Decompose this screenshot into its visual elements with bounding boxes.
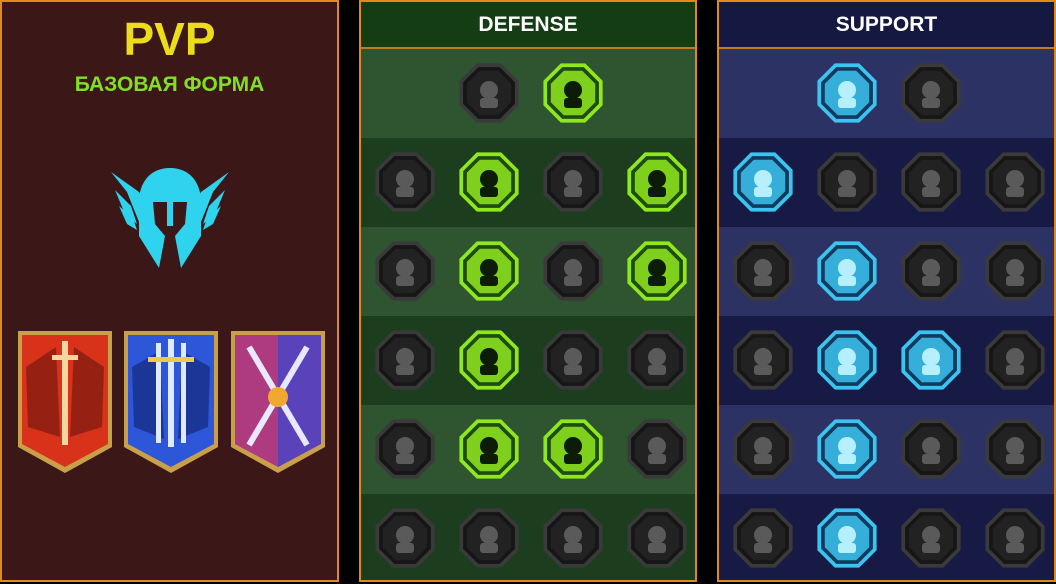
crossed-swords-shield-icon[interactable] bbox=[624, 149, 690, 215]
knight-shield-icon[interactable] bbox=[456, 238, 522, 304]
dodging-figure-icon[interactable] bbox=[372, 238, 438, 304]
winged-shield-icon[interactable] bbox=[456, 505, 522, 571]
blessed-figure-icon[interactable] bbox=[730, 238, 796, 304]
winged-helmet-icon bbox=[109, 162, 231, 272]
grasping-hand-icon[interactable] bbox=[624, 416, 690, 482]
arrow-volley-icon[interactable] bbox=[982, 149, 1048, 215]
hooded-figure-icon[interactable] bbox=[624, 238, 690, 304]
bull-head-icon[interactable] bbox=[624, 327, 690, 393]
praying-hands-icon[interactable] bbox=[730, 149, 796, 215]
shadow-figures-icon[interactable] bbox=[982, 238, 1048, 304]
claw-swirl-icon[interactable] bbox=[898, 60, 964, 126]
heart-organ-icon[interactable] bbox=[456, 149, 522, 215]
defense-row-1 bbox=[361, 49, 695, 138]
support-row-3 bbox=[719, 227, 1054, 316]
pvp-info-panel: PVP БАЗОВАЯ ФОРМА bbox=[0, 0, 339, 582]
defense-header: DEFENSE bbox=[361, 2, 695, 49]
defense-row-6 bbox=[361, 494, 695, 580]
defense-row-2 bbox=[361, 138, 695, 227]
eagle-head-icon[interactable] bbox=[982, 505, 1048, 571]
page-subtitle: БАЗОВАЯ ФОРМА bbox=[74, 73, 265, 96]
support-skill-tree: SUPPORT bbox=[717, 0, 1056, 582]
poison-flask-icon[interactable] bbox=[730, 505, 796, 571]
page-title: PVP bbox=[123, 13, 216, 65]
angry-face-icon[interactable] bbox=[982, 327, 1048, 393]
support-row-1 bbox=[719, 49, 1054, 138]
red-banner-swords-icon bbox=[16, 327, 114, 475]
support-row-5 bbox=[719, 405, 1054, 494]
defense-skill-tree: DEFENSE bbox=[359, 0, 697, 582]
heart-skull-icon[interactable] bbox=[540, 238, 606, 304]
support-row-4 bbox=[719, 316, 1054, 405]
flexing-strongman-icon[interactable] bbox=[624, 505, 690, 571]
crowd-figures-icon[interactable] bbox=[372, 327, 438, 393]
stacked-bricks-icon[interactable] bbox=[456, 60, 522, 126]
support-row-2 bbox=[719, 138, 1054, 227]
stone-golem-icon[interactable] bbox=[540, 149, 606, 215]
blue-banner-swords-icon bbox=[122, 327, 220, 475]
speed-runner-icon[interactable] bbox=[372, 416, 438, 482]
support-row-6 bbox=[719, 494, 1054, 580]
defense-row-4 bbox=[361, 316, 695, 405]
cracked-ground-icon[interactable] bbox=[898, 238, 964, 304]
comet-fire-icon[interactable] bbox=[814, 327, 880, 393]
shield-arcs-icon[interactable] bbox=[814, 149, 880, 215]
clenched-fist-icon[interactable] bbox=[898, 505, 964, 571]
triple-drops-icon[interactable] bbox=[456, 416, 522, 482]
hourglass-burst-icon[interactable] bbox=[456, 327, 522, 393]
compass-star-icon[interactable] bbox=[730, 416, 796, 482]
defense-row-3 bbox=[361, 227, 695, 316]
radiant-skull-icon[interactable] bbox=[540, 416, 606, 482]
raised-fist-icon[interactable] bbox=[540, 60, 606, 126]
support-header: SUPPORT bbox=[719, 2, 1054, 49]
heart-plus-icon[interactable] bbox=[814, 60, 880, 126]
open-hand-icon[interactable] bbox=[540, 327, 606, 393]
watching-eye-icon[interactable] bbox=[898, 416, 964, 482]
winged-boot-icon[interactable] bbox=[814, 416, 880, 482]
purple-banner-swords-icon bbox=[229, 327, 327, 475]
bearded-elder-icon[interactable] bbox=[540, 505, 606, 571]
winged-skull-icon[interactable] bbox=[814, 505, 880, 571]
crowned-warrior-icon[interactable] bbox=[372, 505, 438, 571]
defense-row-5 bbox=[361, 405, 695, 494]
lightning-shield-icon[interactable] bbox=[814, 238, 880, 304]
scarecrow-icon[interactable] bbox=[982, 416, 1048, 482]
chained-heart-icon[interactable] bbox=[730, 327, 796, 393]
open-book-icon[interactable] bbox=[898, 327, 964, 393]
flaming-skull-icon[interactable] bbox=[898, 149, 964, 215]
shield-chevron-icon[interactable] bbox=[372, 149, 438, 215]
